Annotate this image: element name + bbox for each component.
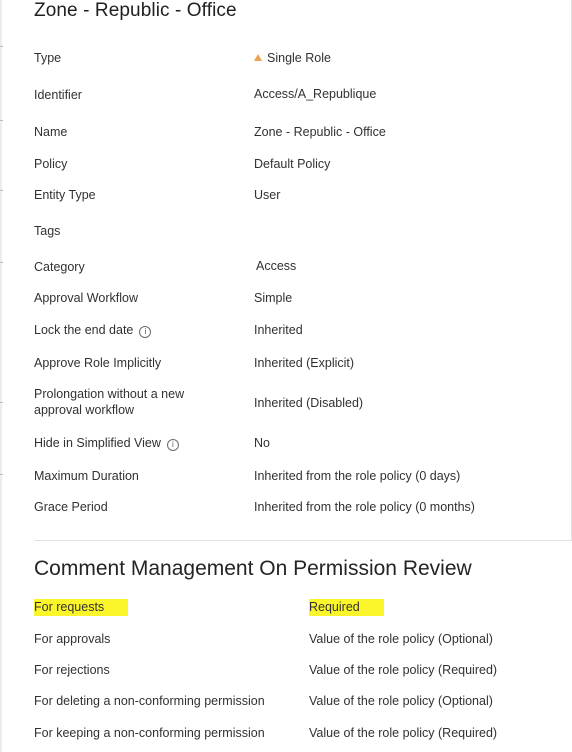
left-tick: [0, 402, 3, 403]
entity-type-label: Entity Type: [34, 188, 96, 202]
section-divider: [34, 540, 572, 541]
tags-label: Tags: [34, 224, 61, 238]
for-approvals-value: Value of the role policy (Optional): [309, 632, 493, 646]
left-tick: [0, 262, 3, 263]
for-requests-text: For requests: [34, 599, 129, 616]
page-title: Zone - Republic - Office: [34, 0, 237, 21]
info-circle-icon[interactable]: i: [166, 439, 179, 451]
grace-period-value: Inherited from the role policy (0 months…: [254, 500, 475, 514]
for-requests-value-text: Required: [309, 599, 384, 616]
lock-end-date-text: Lock the end date: [34, 323, 134, 337]
category-value: Access: [256, 259, 297, 273]
identifier-label: Identifier: [34, 88, 82, 102]
identifier-value: Access/A_Republique: [254, 87, 377, 101]
lock-end-date-value: Inherited: [254, 323, 303, 337]
for-deleting-label: For deleting a non-conforming permission: [34, 694, 265, 708]
for-deleting-value: Value of the role policy (Optional): [309, 694, 493, 708]
for-requests-label: For requests: [34, 599, 129, 616]
type-value-text: Single Role: [267, 51, 331, 65]
for-keeping-value: Value of the role policy (Required): [309, 726, 498, 740]
for-requests-value: Required: [309, 599, 384, 616]
name-value: Zone - Republic - Office: [254, 125, 386, 139]
grace-period-label: Grace Period: [34, 500, 108, 514]
for-keeping-label: For keeping a non-conforming permission: [34, 726, 265, 740]
approve-role-implicitly-value: Inherited (Explicit): [254, 356, 355, 370]
left-border: [0, 0, 2, 752]
prolongation-value: Inherited (Disabled): [254, 396, 364, 410]
warning-triangle-icon: [254, 54, 262, 61]
entity-type-value: User: [254, 188, 281, 202]
category-label: Category: [34, 260, 85, 274]
prolongation-label: Prolongation without a new approval work…: [34, 387, 185, 417]
lock-end-date-label: Lock the end date i: [34, 322, 234, 338]
hide-simplified-view-text: Hide in Simplified View: [34, 436, 161, 450]
for-approvals-label: For approvals: [34, 632, 111, 646]
comment-management-title: Comment Management On Permission Review: [34, 557, 472, 580]
for-rejections-value: Value of the role policy (Required): [309, 663, 498, 677]
maximum-duration-value: Inherited from the role policy (0 days): [254, 469, 461, 483]
for-rejections-label: For rejections: [34, 663, 110, 677]
left-tick: [0, 120, 3, 121]
type-label: Type: [34, 51, 62, 65]
name-label: Name: [34, 125, 68, 139]
left-tick: [0, 474, 3, 475]
type-value: Single Role: [254, 50, 331, 66]
left-tick: [0, 190, 3, 191]
maximum-duration-label: Maximum Duration: [34, 469, 139, 483]
approval-workflow-label: Approval Workflow: [34, 291, 138, 305]
approval-workflow-value: Simple: [254, 291, 293, 305]
approve-role-implicitly-label: Approve Role Implicitly: [34, 356, 162, 370]
info-circle-icon[interactable]: i: [139, 326, 152, 338]
hide-simplified-view-label: Hide in Simplified View i: [34, 435, 234, 451]
policy-label: Policy: [34, 157, 68, 171]
left-tick: [0, 46, 3, 47]
role-details-page: Zone - Republic - Office Type Single Rol…: [0, 0, 572, 752]
hide-simplified-view-value: No: [254, 436, 270, 450]
policy-value: Default Policy: [254, 157, 331, 171]
